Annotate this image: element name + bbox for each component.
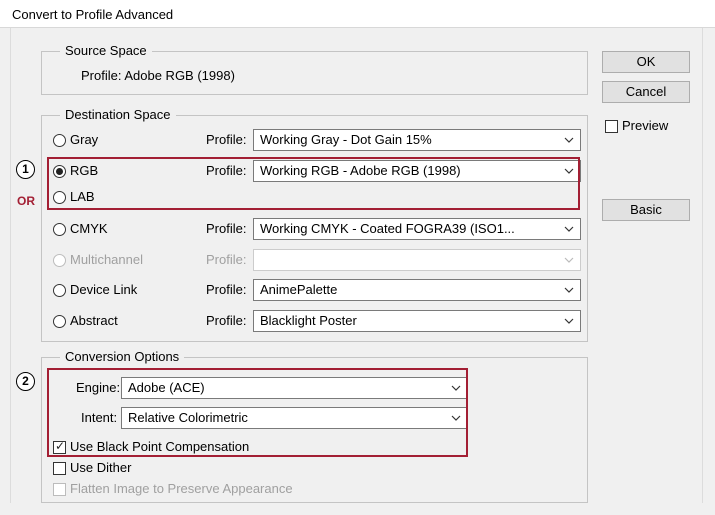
- use-dither-label: Use Dither: [70, 460, 132, 475]
- profile-label-gray: Profile:: [206, 132, 247, 147]
- destination-space-group: Destination Space Gray Profile: Working …: [41, 107, 588, 342]
- label-cmyk: CMYK: [70, 221, 108, 236]
- profile-select-device-link[interactable]: AnimePalette: [253, 279, 581, 301]
- profile-label-abstract: Profile:: [206, 313, 247, 328]
- radio-cmyk[interactable]: [53, 223, 66, 236]
- destination-space-legend: Destination Space: [60, 107, 176, 123]
- convert-to-profile-dialog: Convert to Profile Advanced Source Space…: [0, 0, 715, 515]
- profile-select-gray[interactable]: Working Gray - Dot Gain 15%: [253, 129, 581, 151]
- use-dither-checkbox[interactable]: [53, 462, 66, 475]
- source-profile-text: Profile: Adobe RGB (1998): [81, 68, 235, 83]
- preview-label: Preview: [622, 118, 669, 133]
- step-2-badge: 2: [16, 372, 35, 391]
- radio-abstract[interactable]: [53, 315, 66, 328]
- profile-select-multichannel: [253, 249, 581, 271]
- conversion-options-highlight: [47, 368, 468, 457]
- chevron-down-icon: [564, 137, 574, 143]
- profile-value-abstract: Blacklight Poster: [260, 313, 357, 328]
- label-abstract: Abstract: [70, 313, 118, 328]
- flatten-image-label: Flatten Image to Preserve Appearance: [70, 481, 293, 496]
- ok-button[interactable]: OK: [602, 51, 690, 73]
- radio-device-link[interactable]: [53, 284, 66, 297]
- preview-checkbox[interactable]: [605, 120, 618, 133]
- profile-label-multichannel: Profile:: [206, 252, 247, 267]
- profile-value-cmyk: Working CMYK - Coated FOGRA39 (ISO1...: [260, 221, 515, 236]
- radio-multichannel: [53, 254, 66, 267]
- chevron-down-icon: [564, 226, 574, 232]
- label-device-link: Device Link: [70, 282, 138, 297]
- step-1-badge: 1: [16, 160, 35, 179]
- label-multichannel: Multichannel: [70, 252, 143, 267]
- radio-gray[interactable]: [53, 134, 66, 147]
- title-bar: Convert to Profile Advanced: [0, 0, 715, 28]
- or-label: OR: [17, 194, 35, 208]
- conversion-options-legend: Conversion Options: [60, 349, 185, 365]
- cancel-button[interactable]: Cancel: [602, 81, 690, 103]
- profile-label-cmyk: Profile:: [206, 221, 247, 236]
- label-gray: Gray: [70, 132, 99, 147]
- rgb-lab-highlight: [47, 157, 580, 210]
- chevron-down-icon: [564, 287, 574, 293]
- profile-value-device-link: AnimePalette: [260, 282, 338, 297]
- profile-select-cmyk[interactable]: Working CMYK - Coated FOGRA39 (ISO1...: [253, 218, 581, 240]
- profile-value-gray: Working Gray - Dot Gain 15%: [260, 132, 432, 147]
- chevron-down-icon: [564, 318, 574, 324]
- source-space-legend: Source Space: [60, 43, 152, 59]
- basic-button[interactable]: Basic: [602, 199, 690, 221]
- profile-label-device-link: Profile:: [206, 282, 247, 297]
- flatten-image-checkbox: [53, 483, 66, 496]
- profile-select-abstract[interactable]: Blacklight Poster: [253, 310, 581, 332]
- source-space-group: Source Space Profile: Adobe RGB (1998): [41, 43, 588, 95]
- chevron-down-icon: [564, 257, 574, 263]
- window-title: Convert to Profile Advanced: [12, 7, 174, 22]
